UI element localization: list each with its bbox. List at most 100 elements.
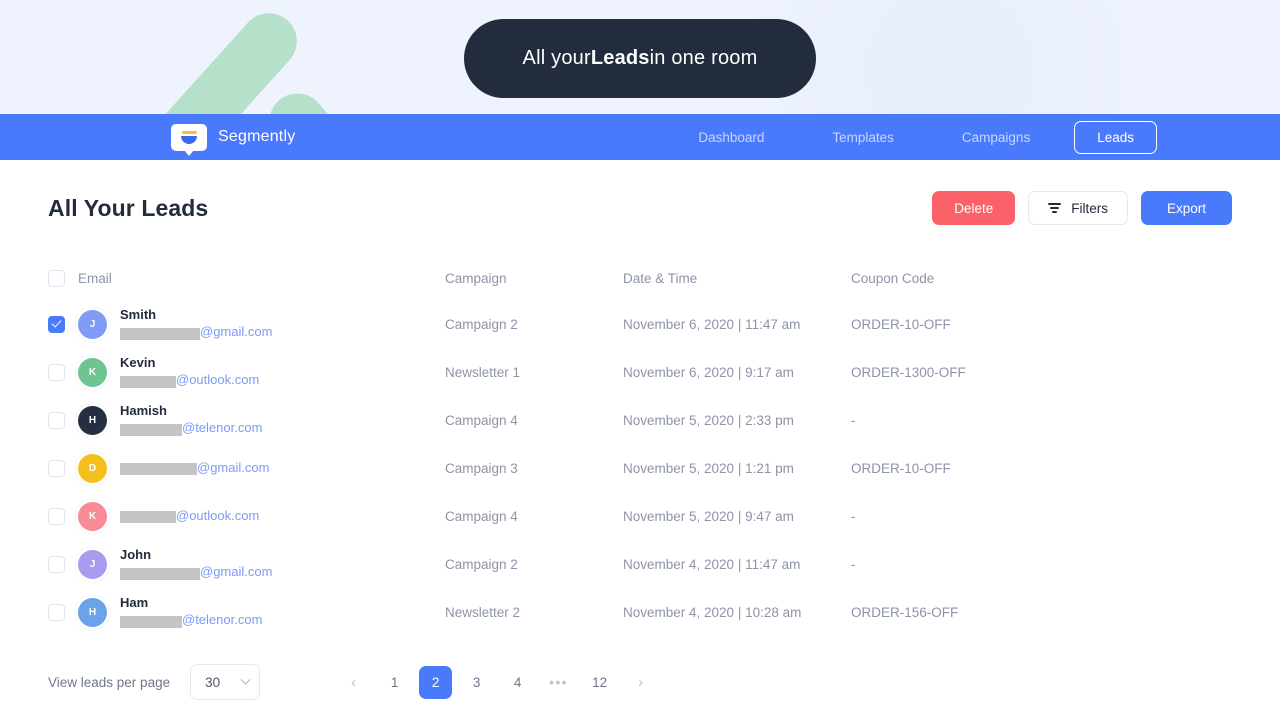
lead-email: @gmail.com (120, 564, 272, 581)
row-select-cell (48, 315, 78, 333)
lead-coupon-code: ORDER-156-OFF (851, 604, 959, 620)
lead-name: Hamish (120, 403, 167, 419)
per-page-select[interactable]: 30 (190, 664, 261, 700)
avatar-initial: J (89, 318, 96, 330)
row-checkbox[interactable] (48, 411, 65, 429)
table-header-row: Email Campaign Date & Time Coupon Code (48, 256, 1232, 300)
avatar: K (78, 501, 107, 531)
avatar-initial: K (88, 510, 97, 522)
lead-email: @gmail.com (120, 324, 272, 341)
lead-datetime: November 4, 2020 | 11:47 am (623, 556, 801, 572)
table-row[interactable]: H Hamish @telenor.com Campaign 4 November 5,… (48, 396, 1232, 444)
lead-name: Kevin (120, 355, 156, 371)
filters-button-label: Filters (1071, 200, 1108, 216)
lead-identity: Smith @gmail.com (120, 307, 272, 340)
pagination-next[interactable]: › (624, 666, 657, 699)
nav-link-templates[interactable]: Templates (798, 130, 928, 145)
page-header: All Your Leads Delete Filters Export (48, 160, 1232, 256)
chevron-down-icon (240, 674, 251, 685)
lead-identity: Ham @telenor.com (120, 595, 262, 628)
avatar: J (78, 549, 107, 579)
email-domain: @telenor.com (182, 612, 263, 627)
lead-identity: @outlook.com (120, 508, 259, 525)
lead-email-cell: K Kevin @outlook.com (78, 355, 445, 388)
lead-campaign: Campaign 3 (445, 460, 518, 476)
lead-name: Ham (120, 595, 149, 611)
redacted-email-bar (120, 615, 182, 628)
lead-datetime: November 5, 2020 | 2:33 pm (623, 412, 794, 428)
lead-identity: Kevin @outlook.com (120, 355, 259, 388)
lead-campaign: Campaign 4 (445, 508, 518, 524)
delete-button[interactable]: Delete (932, 191, 1016, 225)
nav-link-dashboard[interactable]: Dashboard (664, 130, 798, 145)
page-title: All Your Leads (48, 194, 209, 221)
table-row[interactable]: J John @gmail.com Campaign 2 November 4, 202… (48, 540, 1232, 588)
lead-coupon-code: ORDER-10-OFF (851, 460, 951, 476)
row-select-cell (48, 459, 78, 477)
lead-coupon-code: ORDER-10-OFF (851, 316, 951, 332)
pagination-page-3[interactable]: 3 (460, 666, 493, 699)
filters-button[interactable]: Filters (1028, 191, 1128, 225)
pagination-prev[interactable]: ‹ (337, 666, 370, 699)
lead-email: @telenor.com (120, 612, 262, 629)
table-row[interactable]: K Kevin @outlook.com Newsletter 1 November 6… (48, 348, 1232, 396)
row-checkbox[interactable] (48, 555, 65, 573)
pagination-ellipsis: ••• (549, 674, 568, 690)
lead-email-cell: K @outlook.com (78, 501, 445, 531)
lead-email: @telenor.com (120, 420, 262, 437)
redacted-email-bar (120, 567, 200, 580)
avatar: H (78, 597, 107, 627)
hero-tagline-pill: All your Leads in one room (464, 19, 816, 98)
row-checkbox[interactable] (48, 603, 65, 621)
hero-tagline-prefix: All your (522, 47, 591, 69)
row-checkbox[interactable] (48, 507, 65, 525)
email-domain: @telenor.com (182, 420, 263, 435)
lead-datetime: November 6, 2020 | 11:47 am (623, 316, 801, 332)
row-checkbox[interactable] (48, 363, 65, 381)
redacted-email-bar (120, 327, 200, 340)
page-actions: Delete Filters Export (932, 191, 1232, 225)
redacted-email-bar (120, 463, 197, 476)
per-page-value: 30 (205, 674, 221, 690)
column-header-campaign: Campaign (445, 270, 507, 286)
lead-name: Smith (120, 307, 157, 323)
redacted-email-bar (120, 511, 176, 524)
email-domain: @outlook.com (176, 372, 260, 387)
email-domain: @gmail.com (200, 564, 273, 579)
lead-email-cell: H Hamish @telenor.com (78, 403, 445, 436)
row-checkbox[interactable] (48, 459, 65, 477)
hero-tagline-suffix: in one room (649, 47, 758, 69)
nav-link-leads[interactable]: Leads (1074, 120, 1157, 154)
table-body: J Smith @gmail.com Campaign 2 November 6, 20… (48, 300, 1232, 636)
avatar-initial: H (88, 414, 97, 426)
pagination-page-1[interactable]: 1 (378, 666, 411, 699)
select-all-checkbox[interactable] (48, 269, 65, 287)
avatar: H (78, 405, 107, 435)
avatar: D (78, 453, 107, 483)
export-button[interactable]: Export (1140, 191, 1232, 225)
redacted-email-bar (120, 375, 176, 388)
brand[interactable]: Segmently (171, 123, 296, 156)
avatar: K (78, 357, 107, 387)
nav-link-campaigns[interactable]: Campaigns (928, 130, 1064, 145)
row-select-cell (48, 603, 78, 621)
pagination-page-4[interactable]: 4 (501, 666, 534, 699)
lead-coupon-code: ORDER-1300-OFF (851, 364, 966, 380)
segmently-logo-icon (171, 123, 207, 156)
table-row[interactable]: D @gmail.com Campaign 3 November 5, 2020 | … (48, 444, 1232, 492)
lead-identity: John @gmail.com (120, 547, 272, 580)
hero-green-shape-short (257, 82, 379, 114)
table-row[interactable]: H Ham @telenor.com Newsletter 2 November 4, … (48, 588, 1232, 636)
nav-links: Dashboard Templates Campaigns Leads (664, 120, 1157, 154)
lead-name: John (120, 547, 152, 563)
hero-banner: All your Leads in one room (0, 0, 1280, 114)
pagination-page-2[interactable]: 2 (419, 665, 453, 699)
brand-name: Segmently (218, 128, 296, 145)
table-row[interactable]: J Smith @gmail.com Campaign 2 November 6, 20… (48, 300, 1232, 348)
redacted-email-bar (120, 423, 182, 436)
pagination: ‹ 1 2 3 4 ••• 12 › (333, 665, 661, 699)
table-row[interactable]: K @outlook.com Campaign 4 November 5, 2020 … (48, 492, 1232, 540)
pagination-page-12[interactable]: 12 (583, 666, 616, 699)
row-select-cell (48, 555, 78, 573)
row-checkbox[interactable] (48, 315, 65, 333)
